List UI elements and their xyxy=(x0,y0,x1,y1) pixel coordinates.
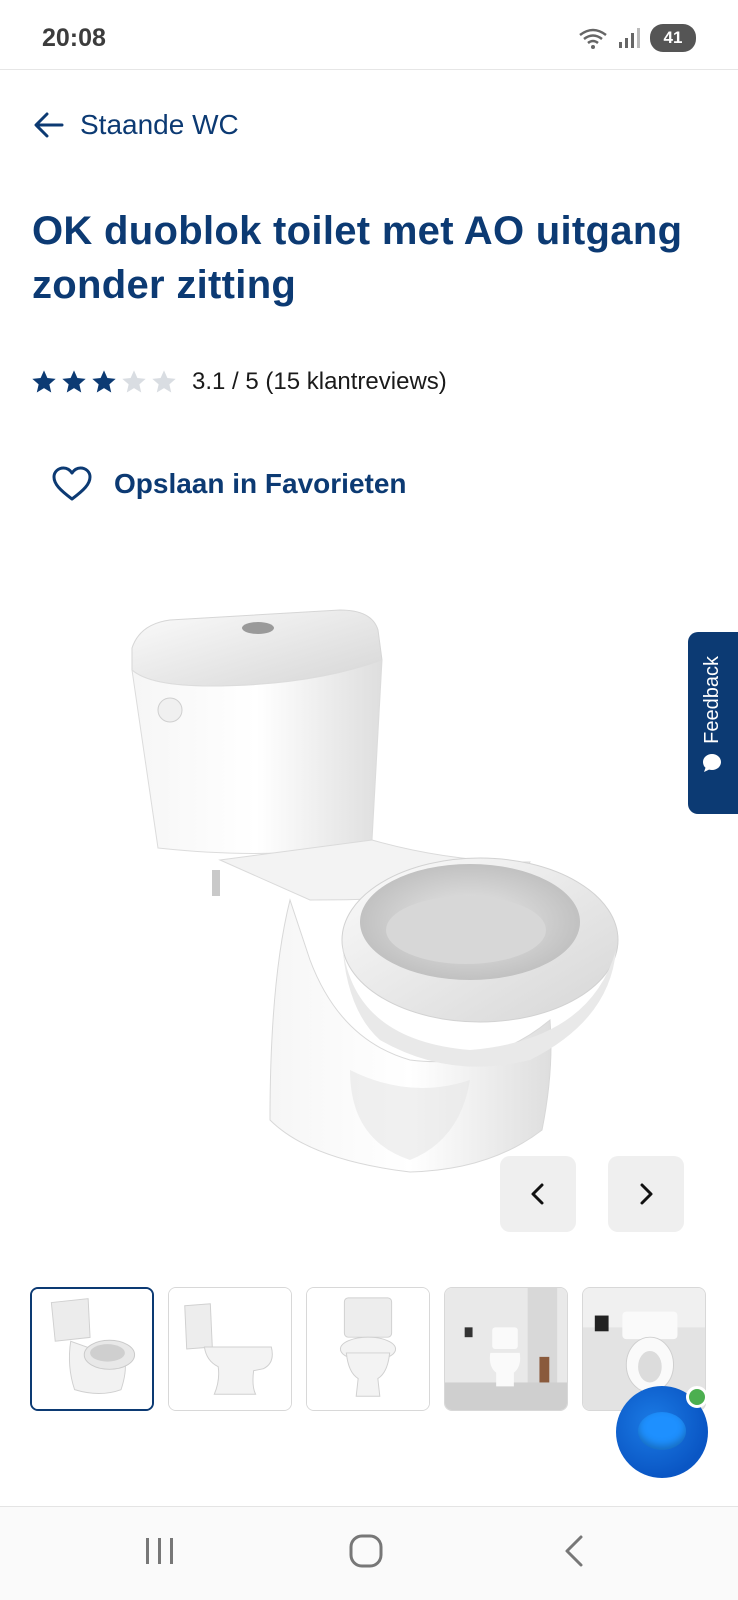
system-nav-bar xyxy=(0,1506,738,1600)
arrow-left-icon xyxy=(34,112,64,138)
rating-text: 3.1 / 5 (15 klantreviews) xyxy=(192,368,447,395)
back-link[interactable]: Staande WC xyxy=(32,108,239,142)
thumbnail-image xyxy=(32,1289,152,1409)
feedback-label: Feedback xyxy=(700,656,723,744)
star-filled-icon xyxy=(32,370,56,393)
star-filled-icon xyxy=(62,370,86,393)
signal-icon xyxy=(619,28,640,48)
thumbnail-1[interactable] xyxy=(30,1287,154,1411)
wifi-icon xyxy=(579,28,607,49)
thumbnail-3[interactable] xyxy=(306,1287,430,1411)
heart-outline-icon xyxy=(52,466,92,501)
thumbnail-image xyxy=(307,1288,429,1410)
chevron-right-icon xyxy=(640,1183,653,1205)
rating-stars xyxy=(30,368,178,396)
product-rating[interactable]: 3.1 / 5 (15 klantreviews) xyxy=(30,368,447,396)
nav-recents-button[interactable] xyxy=(130,1529,190,1573)
chat-assistant-icon xyxy=(638,1412,686,1450)
status-bar: 20:08 41 xyxy=(0,0,738,70)
star-empty-icon xyxy=(152,370,176,393)
thumbnail-4[interactable] xyxy=(444,1287,568,1411)
thumbnail-image xyxy=(445,1288,567,1410)
feedback-tab[interactable]: Feedback xyxy=(688,632,738,814)
chat-bubble-icon xyxy=(703,753,721,772)
product-main-image[interactable] xyxy=(110,600,630,1240)
star-filled-icon xyxy=(92,370,116,393)
gallery-next-button[interactable] xyxy=(608,1156,684,1232)
thumbnail-image xyxy=(169,1288,291,1410)
chevron-left-icon xyxy=(531,1183,544,1205)
nav-home-button[interactable] xyxy=(336,1529,396,1573)
gallery-prev-button[interactable] xyxy=(500,1156,576,1232)
product-title: OK duoblok toilet met AO uitgang zonder … xyxy=(32,209,683,307)
back-icon xyxy=(565,1535,583,1567)
favorite-label: Opslaan in Favorieten xyxy=(114,468,407,499)
save-to-favorites-button[interactable]: Opslaan in Favorieten xyxy=(52,466,407,502)
chat-assistant-button[interactable] xyxy=(616,1386,708,1478)
thumbnail-strip xyxy=(30,1287,738,1411)
back-link-label: Staande WC xyxy=(80,109,239,140)
recents-icon xyxy=(146,1538,173,1564)
home-icon xyxy=(349,1534,383,1568)
nav-back-button[interactable] xyxy=(544,1529,604,1573)
thumbnail-2[interactable] xyxy=(168,1287,292,1411)
status-time: 20:08 xyxy=(42,24,106,52)
online-status-dot xyxy=(686,1386,708,1408)
star-empty-icon xyxy=(122,370,146,393)
status-icons: 41 xyxy=(578,24,696,52)
battery-indicator: 41 xyxy=(650,24,696,52)
